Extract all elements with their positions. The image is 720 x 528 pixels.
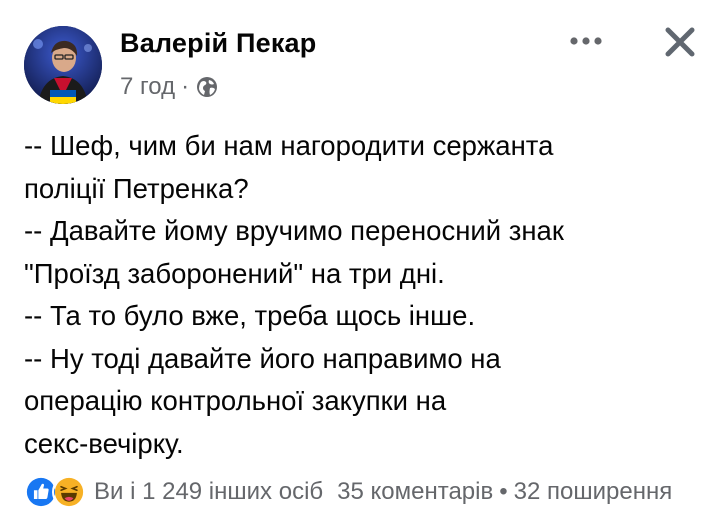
reactions-count[interactable]: Ви і 1 249 інших осіб [94,478,323,506]
author-avatar[interactable] [24,26,102,104]
facebook-post: Валерій Пекар 7 год · -- Шеф, чим би нам… [0,0,720,528]
post-meta: 7 год · [120,73,219,101]
post-time[interactable]: 7 год [120,73,175,101]
post-footer: Ви і 1 249 інших осіб 35 коментарів • 32… [24,472,720,512]
text-line: операцію контрольної закупки на [24,385,447,416]
shares-count[interactable]: 32 поширення [514,478,673,506]
reaction-icons[interactable] [24,475,86,509]
globe-icon[interactable] [195,75,219,99]
comments-count[interactable]: 35 коментарів [337,478,493,506]
text-line: -- Ну тоді давайте його направимо на [24,342,501,374]
text-line: -- Давайте йому вручимо переносний знак [24,215,564,246]
avatar-photo [24,26,102,104]
close-icon [665,27,695,57]
footer-separator: • [499,478,508,505]
post-text: -- Шеф, чим би нам нагородити сержанта п… [24,125,704,465]
more-options-button[interactable] [566,26,606,56]
text-line: -- Шеф, чим би нам нагородити сержанта [24,130,554,161]
text-line: "Проїзд заборонений" на три дні. [24,257,445,289]
text-line: секс-вечірку. [24,427,184,459]
text-line: -- Та то було вже, треба щось інше. [24,300,476,331]
author-name[interactable]: Валерій Пекар [120,28,316,59]
more-icon [570,37,602,45]
meta-separator: · [181,73,190,100]
haha-icon [52,475,86,509]
text-line: поліції Петренка? [24,172,249,204]
close-button[interactable] [658,20,702,64]
